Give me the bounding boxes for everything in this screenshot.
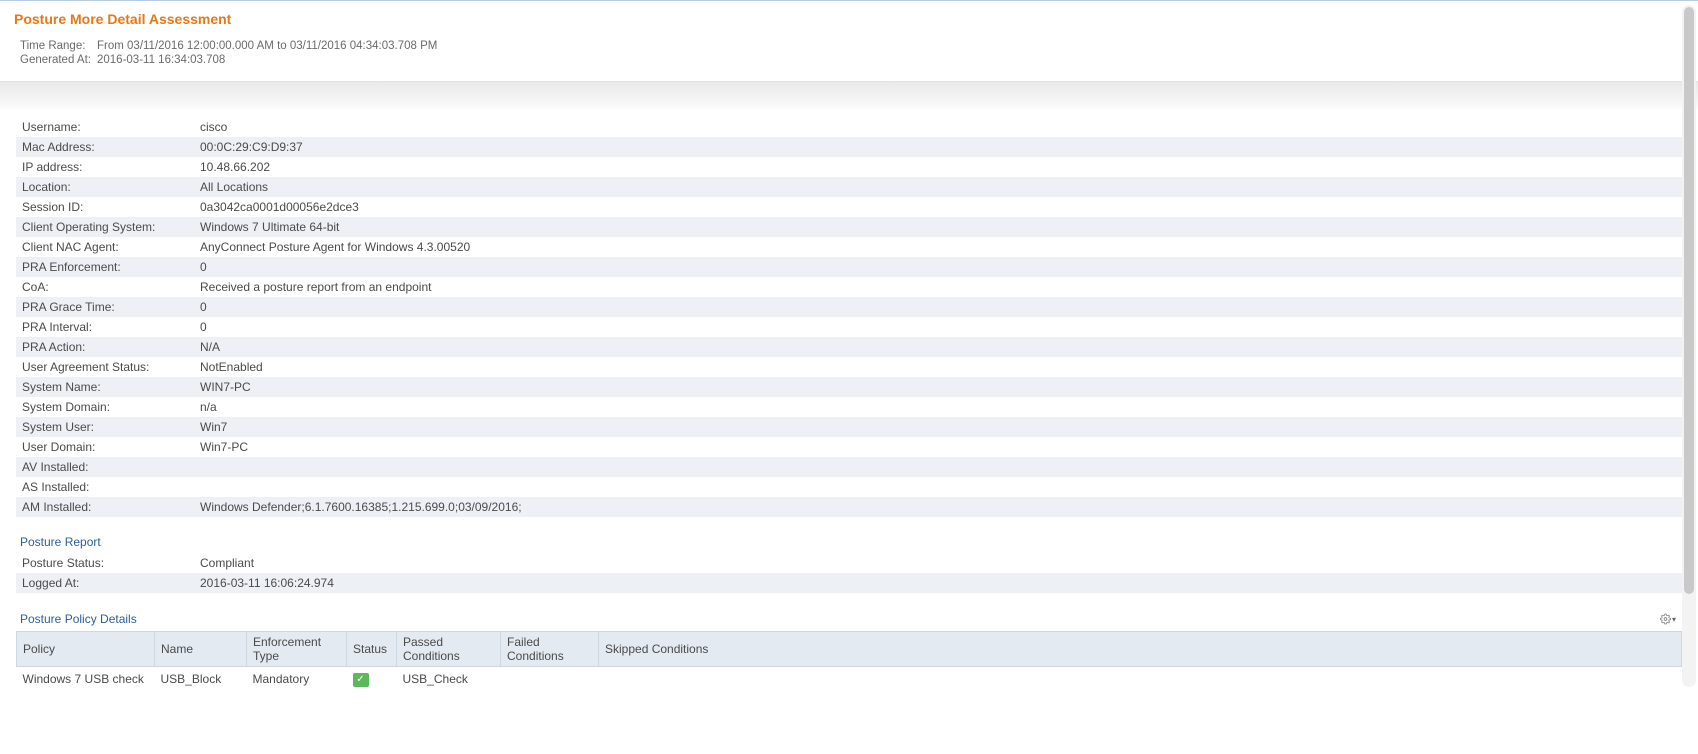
detail-row: PRA Action:N/A	[16, 337, 1682, 357]
policy-column-header[interactable]: Skipped Conditions	[599, 632, 1682, 667]
detail-row: PRA Grace Time:0	[16, 297, 1682, 317]
detail-label: AM Installed:	[20, 500, 200, 514]
detail-label: AS Installed:	[20, 480, 200, 494]
divider-gradient	[0, 81, 1698, 111]
detail-row: PRA Interval:0	[16, 317, 1682, 337]
detail-row: Username:cisco	[16, 117, 1682, 137]
policy-details-heading: Posture Policy Details	[20, 612, 137, 626]
detail-row: PRA Enforcement:0	[16, 257, 1682, 277]
detail-value: Win7-PC	[200, 440, 1682, 454]
policy-column-header[interactable]: Failed Conditions	[501, 632, 599, 667]
detail-label: Username:	[20, 120, 200, 134]
detail-row: Location:All Locations	[16, 177, 1682, 197]
detail-value: Windows Defender;6.1.7600.16385;1.215.69…	[200, 500, 1682, 514]
policy-cell-name: USB_Block	[155, 667, 247, 692]
detail-label: Client Operating System:	[20, 220, 200, 234]
detail-label: Mac Address:	[20, 140, 200, 154]
generated-at-value: 2016-03-11 16:34:03.708	[95, 54, 225, 66]
detail-value: 0a3042ca0001d00056e2dce3	[200, 200, 1682, 214]
gear-icon[interactable]: ▾	[1660, 611, 1676, 627]
posture-report-table: Posture Status:CompliantLogged At:2016-0…	[16, 553, 1682, 593]
policy-cell-status: ✓	[347, 667, 397, 692]
detail-row: AM Installed:Windows Defender;6.1.7600.1…	[16, 497, 1682, 517]
detail-row: Client Operating System:Windows 7 Ultima…	[16, 217, 1682, 237]
policy-cell-enforcement: Mandatory	[247, 667, 347, 692]
detail-label: System Name:	[20, 380, 200, 394]
details-table: Username:ciscoMac Address:00:0C:29:C9:D9…	[16, 117, 1682, 517]
detail-value: 10.48.66.202	[200, 160, 1682, 174]
detail-row: Mac Address:00:0C:29:C9:D9:37	[16, 137, 1682, 157]
policy-column-header[interactable]: Passed Conditions	[397, 632, 501, 667]
policy-cell-skipped	[599, 667, 1682, 692]
scrollbar-thumb[interactable]	[1684, 7, 1694, 594]
report-value: 2016-03-11 16:06:24.974	[200, 576, 1682, 590]
detail-label: PRA Action:	[20, 340, 200, 354]
detail-value: n/a	[200, 400, 1682, 414]
detail-row: AV Installed:	[16, 457, 1682, 477]
detail-value: Received a posture report from an endpoi…	[200, 280, 1682, 294]
detail-row: IP address:10.48.66.202	[16, 157, 1682, 177]
detail-row: System Domain:n/a	[16, 397, 1682, 417]
detail-label: PRA Enforcement:	[20, 260, 200, 274]
policy-column-header[interactable]: Status	[347, 632, 397, 667]
detail-row: Session ID:0a3042ca0001d00056e2dce3	[16, 197, 1682, 217]
check-icon: ✓	[353, 673, 369, 687]
report-row: Posture Status:Compliant	[16, 553, 1682, 573]
detail-label: User Domain:	[20, 440, 200, 454]
detail-value: AnyConnect Posture Agent for Windows 4.3…	[200, 240, 1682, 254]
time-range-value: From 03/11/2016 12:00:00.000 AM to 03/11…	[95, 40, 437, 52]
policy-row: Windows 7 USB checkUSB_BlockMandatory ✓ US…	[17, 667, 1682, 692]
vertical-scrollbar[interactable]	[1682, 5, 1696, 687]
detail-row: System Name:WIN7-PC	[16, 377, 1682, 397]
detail-value: Windows 7 Ultimate 64-bit	[200, 220, 1682, 234]
policy-column-header[interactable]: Enforcement Type	[247, 632, 347, 667]
policy-column-header[interactable]: Policy	[17, 632, 155, 667]
detail-label: PRA Grace Time:	[20, 300, 200, 314]
detail-value: 00:0C:29:C9:D9:37	[200, 140, 1682, 154]
detail-label: Client NAC Agent:	[20, 240, 200, 254]
detail-value: N/A	[200, 340, 1682, 354]
policy-cell-failed	[501, 667, 599, 692]
detail-value: All Locations	[200, 180, 1682, 194]
detail-row: User Agreement Status:NotEnabled	[16, 357, 1682, 377]
detail-label: IP address:	[20, 160, 200, 174]
detail-label: System User:	[20, 420, 200, 434]
detail-label: User Agreement Status:	[20, 360, 200, 374]
detail-label: Session ID:	[20, 200, 200, 214]
detail-label: PRA Interval:	[20, 320, 200, 334]
policy-cell-passed: USB_Check	[397, 667, 501, 692]
policy-table-header-row: PolicyNameEnforcement TypeStatusPassed C…	[17, 632, 1682, 667]
detail-value: 0	[200, 260, 1682, 274]
detail-row: Client NAC Agent:AnyConnect Posture Agen…	[16, 237, 1682, 257]
detail-value: cisco	[200, 120, 1682, 134]
posture-report-heading: Posture Report	[16, 517, 1682, 553]
detail-label: Location:	[20, 180, 200, 194]
report-label: Logged At:	[20, 576, 200, 590]
report-label: Posture Status:	[20, 556, 200, 570]
detail-value: 0	[200, 320, 1682, 334]
page-title: Posture More Detail Assessment	[14, 11, 1684, 27]
generated-at-label: Generated At:	[20, 54, 95, 66]
time-range-label: Time Range:	[20, 40, 95, 52]
report-row: Logged At:2016-03-11 16:06:24.974	[16, 573, 1682, 593]
detail-value: NotEnabled	[200, 360, 1682, 374]
detail-row: AS Installed:	[16, 477, 1682, 497]
policy-table-body: Windows 7 USB checkUSB_BlockMandatory ✓ US…	[17, 667, 1682, 692]
policy-cell-policy: Windows 7 USB check	[17, 667, 155, 692]
detail-row: System User:Win7	[16, 417, 1682, 437]
detail-row: User Domain:Win7-PC	[16, 437, 1682, 457]
detail-value: 0	[200, 300, 1682, 314]
detail-label: AV Installed:	[20, 460, 200, 474]
report-value: Compliant	[200, 556, 1682, 570]
detail-label: System Domain:	[20, 400, 200, 414]
detail-value: Win7	[200, 420, 1682, 434]
policy-column-header[interactable]: Name	[155, 632, 247, 667]
detail-label: CoA:	[20, 280, 200, 294]
detail-value: WIN7-PC	[200, 380, 1682, 394]
policy-table: PolicyNameEnforcement TypeStatusPassed C…	[16, 631, 1682, 691]
detail-row: CoA:Received a posture report from an en…	[16, 277, 1682, 297]
